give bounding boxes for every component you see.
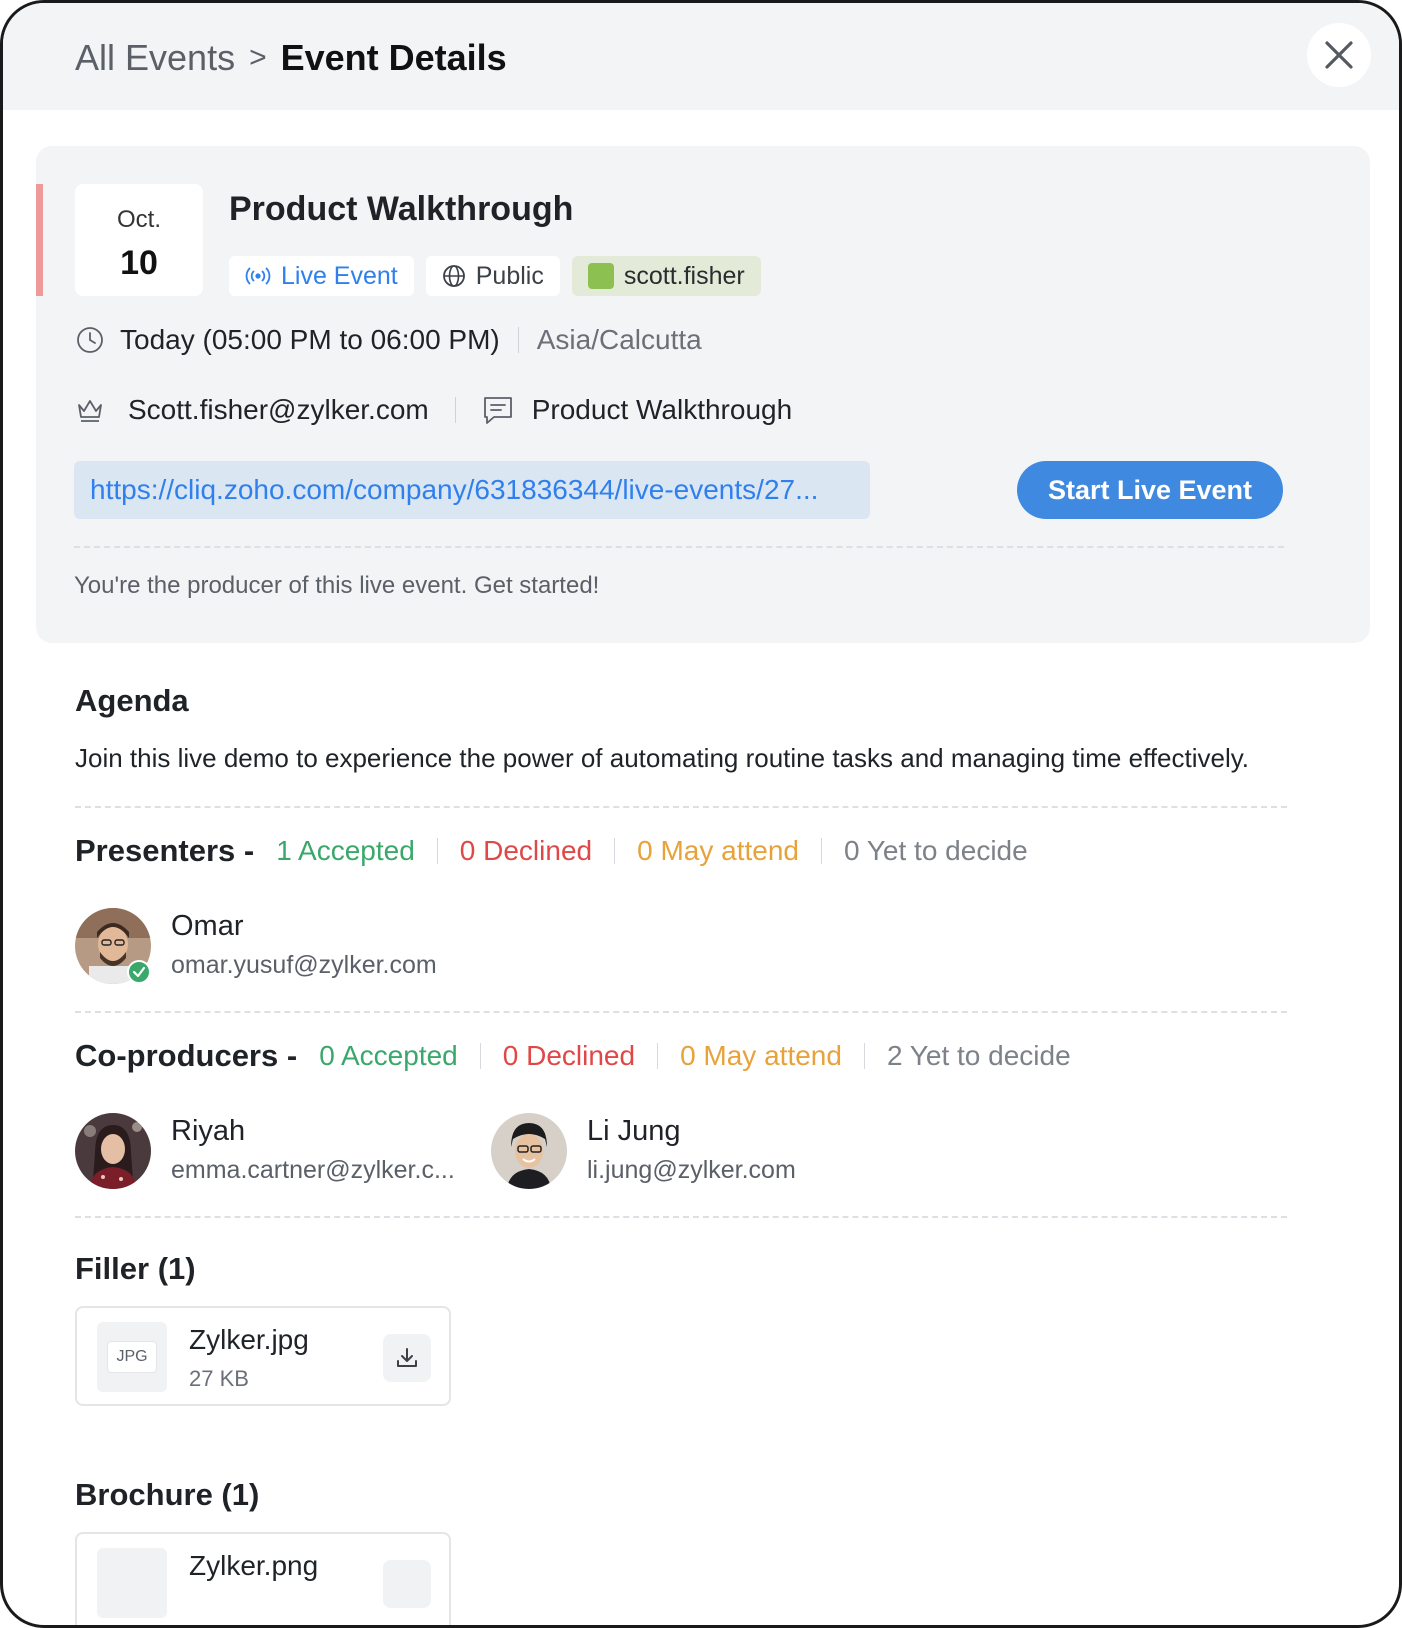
divider [820, 838, 822, 864]
broadcast-icon [245, 267, 271, 285]
person-info: Riyah emma.cartner@zylker.c... [171, 1115, 455, 1185]
event-time: Today (05:00 PM to 06:00 PM) [120, 324, 500, 355]
chat-icon [483, 397, 512, 424]
owner-color-swatch [587, 263, 614, 289]
event-time-row: Today (05:00 PM to 06:00 PM) Asia/Calcut… [76, 324, 702, 356]
avatar [75, 1113, 151, 1189]
person-email: li.jung@zylker.com [587, 1156, 796, 1184]
person-info: Omar omar.yusuf@zylker.com [171, 910, 437, 980]
coproducers-may-attend[interactable]: 0 May attend [680, 1040, 842, 1072]
file-card[interactable]: Zylker.png [75, 1532, 451, 1625]
coproducers-title: Co-producers - [75, 1038, 298, 1073]
person-name: Omar [171, 910, 244, 942]
divider [436, 838, 438, 864]
download-icon [397, 1348, 417, 1367]
event-date-box: Oct. 10 [75, 184, 203, 296]
header: All Events > Event Details [3, 3, 1399, 110]
public-chip: Public [425, 256, 560, 296]
file-size: 27 KB [189, 1366, 249, 1391]
owner-tag-label: scott.fisher [623, 261, 745, 290]
presenter-item[interactable]: Omar omar.yusuf@zylker.com [75, 908, 437, 984]
divider [74, 546, 1284, 548]
public-label: Public [475, 261, 544, 290]
breadcrumb-separator: > [249, 41, 267, 74]
close-button[interactable] [1307, 23, 1371, 87]
event-timezone: Asia/Calcutta [536, 324, 702, 355]
agenda-title: Agenda [75, 683, 189, 718]
file-type-badge: JPG [107, 1341, 157, 1373]
coproducer-item[interactable]: Li Jung li.jung@zylker.com [491, 1113, 796, 1189]
person-email: omar.yusuf@zylker.com [171, 951, 437, 979]
coproducers-accepted[interactable]: 0 Accepted [319, 1040, 458, 1072]
event-chips: Live Event Public scott.fisher [229, 256, 761, 296]
crown-icon [78, 400, 102, 422]
download-button[interactable] [383, 1560, 431, 1608]
file-thumbnail [97, 1548, 167, 1618]
event-title: Product Walkthrough [229, 190, 574, 228]
presenters-may-attend[interactable]: 0 May attend [637, 835, 799, 867]
event-color-accent [36, 184, 43, 296]
presenters-accepted[interactable]: 1 Accepted [276, 835, 415, 867]
coproducers-declined[interactable]: 0 Declined [503, 1040, 635, 1072]
chat-name[interactable]: Product Walkthrough [532, 394, 792, 426]
owner-email: Scott.fisher@zylker.com [128, 394, 429, 425]
avatar [75, 908, 151, 984]
filler-title: Filler (1) [75, 1251, 196, 1286]
presenters-declined[interactable]: 0 Declined [460, 835, 592, 867]
presenters-rsvp-row: Presenters - 1 Accepted 0 Declined 0 May… [75, 833, 1028, 869]
owner-tag-chip: scott.fisher [571, 256, 761, 296]
producer-note: You're the producer of this live event. … [74, 572, 600, 599]
event-month: Oct. [116, 206, 161, 233]
divider [75, 806, 1287, 808]
divider [454, 397, 456, 423]
divider [479, 1043, 481, 1069]
person-name: Li Jung [587, 1115, 681, 1147]
download-button[interactable] [383, 1334, 431, 1382]
coproducer-item[interactable]: Riyah emma.cartner@zylker.c... [75, 1113, 455, 1189]
agenda-text: Join this live demo to experience the po… [75, 743, 1250, 773]
divider [75, 1216, 1287, 1218]
divider [614, 838, 616, 864]
event-details-window: All Events > Event Details Oct. 10 Produ… [0, 0, 1402, 1628]
divider [517, 327, 519, 353]
person-email: emma.cartner@zylker.c... [171, 1156, 455, 1184]
presenters-yet-to-decide[interactable]: 0 Yet to decide [844, 835, 1028, 867]
event-summary-card: Oct. 10 Product Walkthrough Live Event P [36, 146, 1370, 643]
live-event-chip: Live Event [229, 256, 414, 296]
avatar [491, 1113, 567, 1189]
brochure-title: Brochure (1) [75, 1477, 260, 1512]
event-link[interactable]: https://cliq.zoho.com/company/631836344/… [74, 461, 870, 519]
file-card[interactable]: JPG Zylker.jpg 27 KB [75, 1306, 451, 1406]
presenters-title: Presenters - [75, 833, 255, 868]
file-name: Zylker.png [189, 1550, 319, 1581]
event-owner-row: Scott.fisher@zylker.com Product Walkthro… [76, 394, 792, 426]
file-name: Zylker.jpg [189, 1324, 309, 1355]
coproducers-yet-to-decide[interactable]: 2 Yet to decide [887, 1040, 1071, 1072]
person-name: Riyah [171, 1115, 246, 1147]
avatar-image [491, 1113, 567, 1189]
breadcrumb-all-events[interactable]: All Events [75, 37, 235, 79]
globe-icon [442, 265, 465, 287]
live-event-label: Live Event [281, 261, 398, 290]
start-live-event-button[interactable]: Start Live Event [1017, 461, 1283, 519]
clock-icon [77, 327, 103, 353]
person-info: Li Jung li.jung@zylker.com [587, 1115, 796, 1185]
coproducers-rsvp-row: Co-producers - 0 Accepted 0 Declined 0 M… [75, 1038, 1071, 1074]
file-thumbnail: JPG [97, 1322, 167, 1392]
breadcrumb: All Events > Event Details [75, 37, 507, 79]
divider [863, 1043, 865, 1069]
divider [657, 1043, 659, 1069]
divider [75, 1011, 1287, 1013]
breadcrumb-current: Event Details [280, 37, 507, 78]
avatar-image [75, 1113, 151, 1189]
event-day: 10 [120, 244, 158, 282]
accepted-check-icon [127, 960, 151, 984]
close-icon [1325, 41, 1353, 69]
